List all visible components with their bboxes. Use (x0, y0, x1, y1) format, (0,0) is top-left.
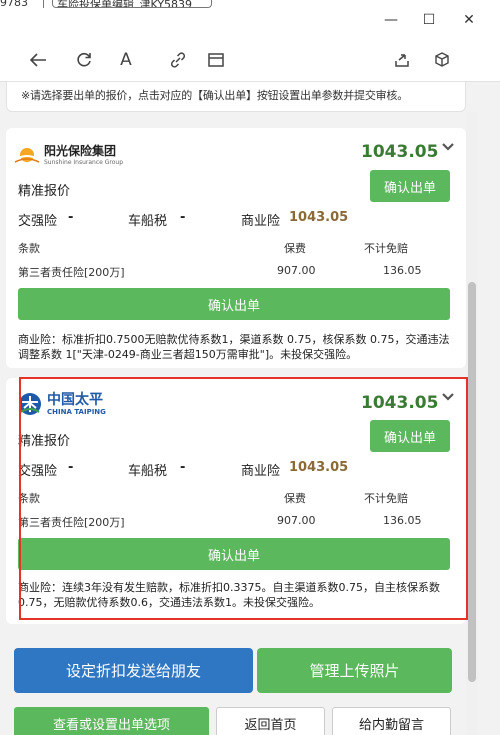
taiping-logo-icon (19, 393, 41, 415)
browser-tab-active[interactable]: 车险投保单编辑_津KY5839 (52, 0, 212, 8)
company-name-en: CHINA TAIPING (47, 407, 106, 416)
confirm-issue-wide-button[interactable]: 确认出单 (18, 288, 450, 320)
jiaoqiang-value: - (68, 210, 74, 225)
set-discount-send-button[interactable]: 设定折扣发送给朋友 (14, 648, 253, 693)
confirm-issue-button[interactable]: 确认出单 (370, 170, 450, 202)
commercial-label: 商业险 (241, 214, 281, 229)
company-name-en: Sunshine Insurance Group (44, 159, 124, 166)
notice-text: ※请选择要出单的报价，点击对应的【确认出单】按钮设置出单参数并提交审核。 (21, 89, 409, 102)
close-button[interactable]: ✕ (458, 10, 480, 30)
row-clause: 第三者责任险[200万] (18, 516, 125, 529)
refresh-icon[interactable] (72, 48, 96, 72)
browser-tab[interactable]: 9783 (0, 0, 44, 8)
taiping-logo: 中国太平 CHINA TAIPING (16, 392, 106, 416)
commercial-value: 1043.05 (289, 210, 349, 225)
quote-total: 1043.05 (361, 393, 439, 413)
back-icon[interactable] (26, 48, 50, 72)
tab-strip: 9783 车险投保单编辑_津KY5839 (0, 0, 215, 10)
browser-toolbar: A (0, 38, 500, 82)
link-icon[interactable] (166, 48, 190, 72)
chechuan-value: - (180, 460, 186, 475)
confirm-issue-wide-button[interactable]: 确认出单 (18, 538, 450, 570)
col-deductible: 不计免赔 (364, 492, 408, 505)
quote-total: 1043.05 (361, 142, 439, 162)
quote-description: 商业险：标准折扣0.7500无赔款优待系数1，渠道系数 0.75，核保系数 0.… (18, 333, 450, 361)
chechuan-value: - (180, 210, 186, 225)
chevron-down-icon[interactable] (441, 142, 455, 152)
font-icon[interactable]: A (114, 48, 138, 72)
col-clause: 条款 (18, 492, 40, 505)
sunshine-logo-icon (14, 148, 40, 163)
confirm-issue-button[interactable]: 确认出单 (370, 420, 450, 452)
window-titlebar: 9783 车险投保单编辑_津KY5839 — ☐ ✕ (0, 0, 500, 38)
minimize-button[interactable]: — (380, 10, 402, 30)
row-premium: 907.00 (277, 264, 316, 277)
chechuan-label: 车船税 (128, 464, 168, 479)
company-name: 阳光保险集团 (44, 144, 117, 158)
row-premium: 907.00 (277, 514, 316, 527)
chechuan-label: 车船税 (128, 214, 168, 229)
col-premium: 保费 (284, 242, 306, 255)
row-deductible: 136.05 (383, 514, 422, 527)
jiaoqiang-value: - (68, 460, 74, 475)
scrollbar-thumb[interactable] (468, 282, 476, 682)
manage-photos-button[interactable]: 管理上传照片 (257, 648, 452, 693)
col-deductible: 不计免赔 (364, 242, 408, 255)
quote-type: 精准报价 (18, 434, 71, 449)
col-clause: 条款 (18, 242, 40, 255)
quote-card-sunshine: 阳光保险集团 Sunshine Insurance Group 1043.05 … (6, 128, 466, 368)
share-icon[interactable] (390, 48, 414, 72)
row-deductible: 136.05 (383, 264, 422, 277)
page-content[interactable]: ※请选择要出单的报价，点击对应的【确认出单】按钮设置出单参数并提交审核。 阳光保… (0, 82, 500, 735)
commercial-value: 1043.05 (289, 460, 349, 475)
jiaoqiang-label: 交强险 (18, 214, 58, 229)
back-home-button[interactable]: 返回首页 (216, 707, 325, 735)
quote-type: 精准报价 (18, 184, 71, 199)
quote-description: 商业险：连续3年没有发生赔款，标准折扣0.3375。自主渠道系数0.75，自主核… (18, 581, 440, 609)
commercial-label: 商业险 (241, 464, 281, 479)
notice-card: ※请选择要出单的报价，点击对应的【确认出单】按钮设置出单参数并提交审核。 (6, 82, 466, 112)
cube-icon[interactable] (430, 48, 454, 72)
col-premium: 保费 (284, 492, 306, 505)
sunshine-logo: 阳光保险集团 Sunshine Insurance Group (14, 142, 123, 166)
leave-message-button[interactable]: 给内勤留言 (332, 707, 451, 735)
view-options-button[interactable]: 查看或设置出单选项 (14, 707, 209, 735)
jiaoqiang-label: 交强险 (18, 464, 58, 479)
row-clause: 第三者责任险[200万] (18, 266, 125, 279)
quote-card-taiping: 中国太平 CHINA TAIPING 1043.05 精准报价 确认出单 交强险… (6, 378, 466, 624)
chevron-down-icon[interactable] (441, 392, 455, 402)
company-name: 中国太平 (47, 391, 103, 408)
window-icon[interactable] (204, 48, 228, 72)
maximize-button[interactable]: ☐ (418, 10, 440, 30)
